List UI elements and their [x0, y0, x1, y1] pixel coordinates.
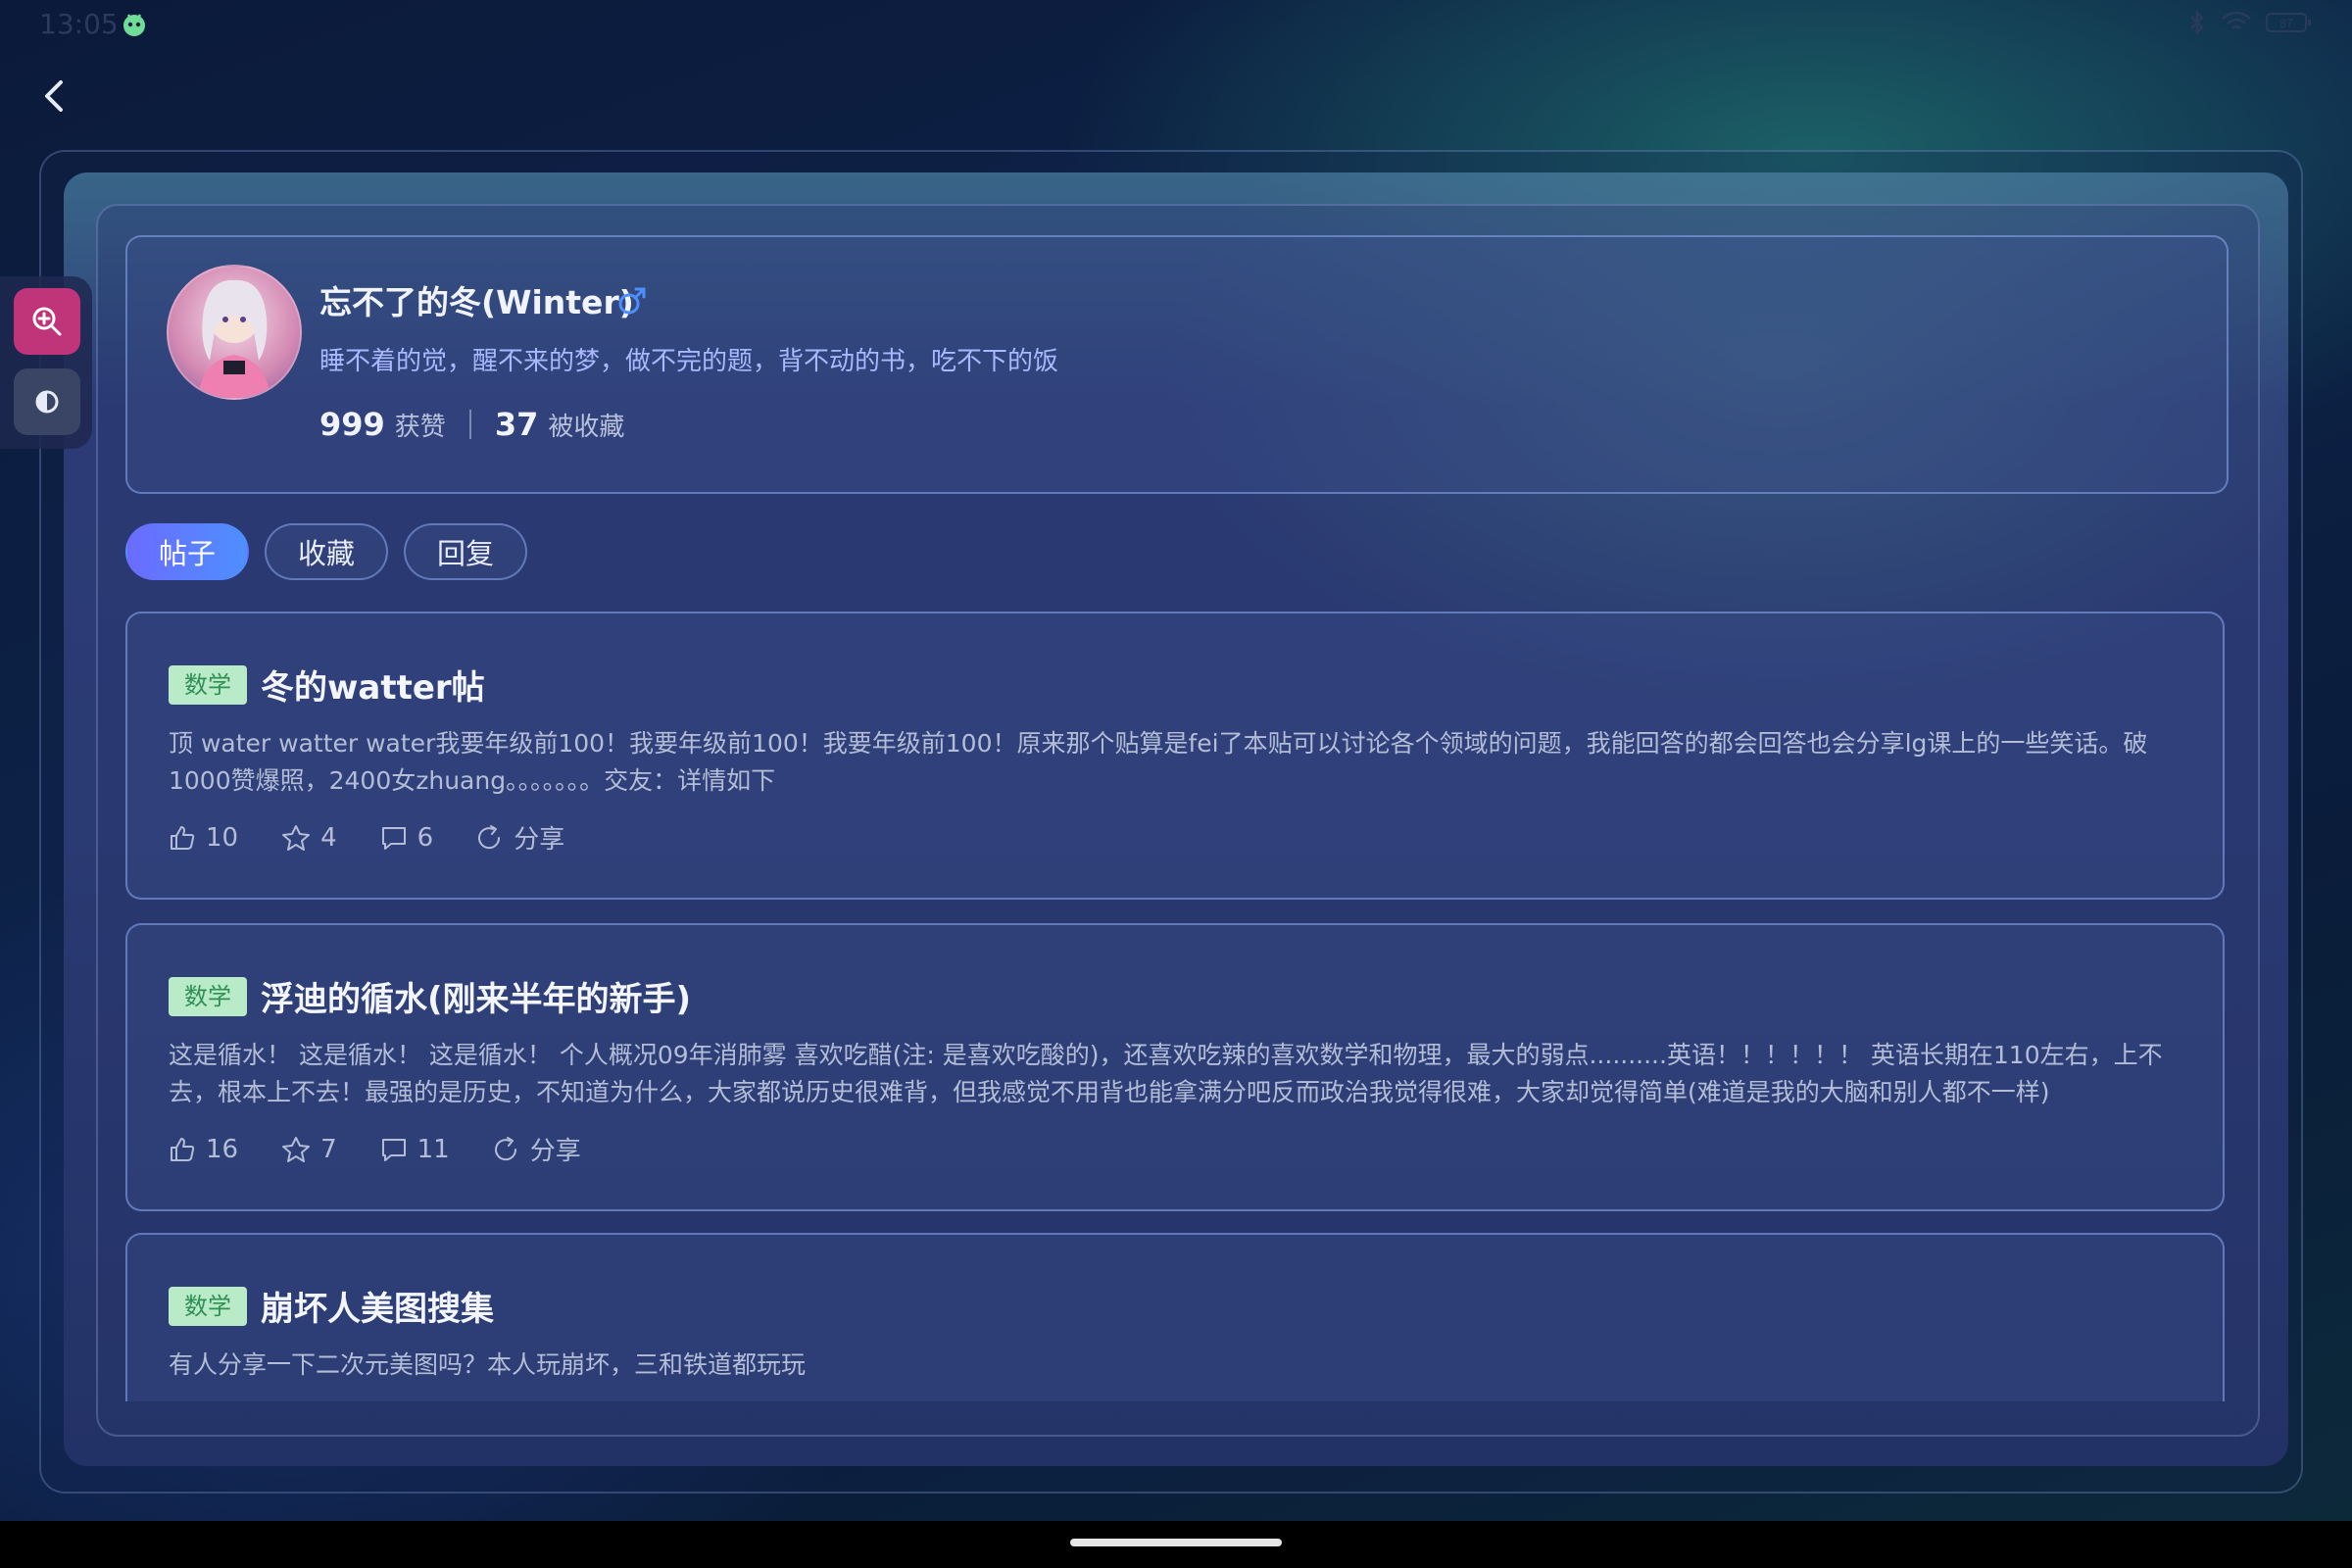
likes-count: 999	[319, 406, 385, 443]
status-bar: 13:05 87	[0, 0, 2352, 49]
user-name: 忘不了的冬(Winter)	[319, 283, 634, 321]
bluetooth-icon	[2190, 10, 2204, 35]
post-card[interactable]: 数学 浮迪的循水(刚来半年的新手) 这是循水！ 这是循水！ 这是循水！ 个人概况…	[125, 923, 2225, 1211]
comment-icon	[381, 826, 406, 850]
star-button[interactable]: 4	[281, 823, 337, 853]
star-count: 7	[320, 1134, 337, 1164]
comment-count: 11	[416, 1134, 450, 1164]
stats-divider	[468, 410, 471, 439]
contrast-tool-button[interactable]	[14, 368, 80, 435]
contrast-icon	[35, 390, 59, 414]
tab-favorites[interactable]: 收藏	[265, 523, 389, 580]
share-button[interactable]: 分享	[476, 819, 564, 856]
zoom-tool-button[interactable]	[14, 288, 80, 355]
comment-button[interactable]: 6	[380, 822, 434, 853]
tab-replies[interactable]: 回复	[404, 523, 528, 580]
battery-icon: 87	[2266, 13, 2311, 32]
post-tag: 数学	[169, 1286, 247, 1326]
likes-label: 获赞	[394, 413, 446, 442]
profile-stats: 999 获赞 37 被收藏	[319, 406, 624, 443]
favorites-count: 37	[494, 406, 539, 443]
profile-tabs: 帖子 收藏 回复	[125, 523, 528, 580]
post-body: 这是循水！ 这是循水！ 这是循水！ 个人概况09年消肺雾 喜欢吃醋(注: 是喜欢…	[169, 1041, 2163, 1106]
share-button[interactable]: 分享	[493, 1131, 581, 1167]
post-tag: 数学	[169, 664, 247, 705]
star-icon	[282, 824, 311, 851]
thumbs-up-icon	[171, 825, 195, 850]
zoom-in-icon	[32, 307, 62, 336]
post-title[interactable]: 崩坏人美图搜集	[261, 1282, 494, 1330]
like-count: 10	[206, 822, 239, 853]
thumbs-up-icon	[171, 1137, 195, 1161]
like-button[interactable]: 10	[169, 823, 238, 853]
comment-count: 6	[416, 822, 434, 853]
app-notification-icon	[123, 14, 145, 36]
star-button[interactable]: 7	[281, 1135, 337, 1164]
post-actions: 16 7 11 分享	[169, 1131, 581, 1167]
home-indicator[interactable]	[1070, 1539, 1282, 1546]
share-label: 分享	[514, 825, 565, 855]
post-tag: 数学	[169, 976, 247, 1016]
post-title[interactable]: 冬的watter帖	[261, 661, 485, 709]
post-title[interactable]: 浮迪的循水(刚来半年的新手)	[261, 972, 691, 1020]
share-label: 分享	[529, 1137, 581, 1166]
avatar-illustration	[198, 279, 270, 398]
tab-posts[interactable]: 帖子	[125, 523, 250, 580]
share-icon	[494, 1136, 516, 1160]
svg-text:87: 87	[2279, 17, 2293, 30]
back-button[interactable]	[35, 74, 74, 118]
share-icon	[478, 824, 501, 849]
post-card[interactable]: 数学 崩坏人美图搜集 有人分享一下二次元美图吗？本人玩崩坏，三和铁道都玩玩	[125, 1233, 2225, 1401]
post-header: 数学 崩坏人美图搜集	[169, 1282, 494, 1330]
like-button[interactable]: 16	[169, 1135, 238, 1164]
user-bio: 睡不着的觉，醒不来的梦，做不完的题，背不动的书，吃不下的饭	[319, 347, 1059, 376]
wifi-icon	[2222, 11, 2251, 29]
favorites-label: 被收藏	[548, 413, 625, 442]
post-body: 顶 water watter water我要年级前100！我要年级前100！我要…	[169, 729, 2148, 795]
post-header: 数学 浮迪的循水(刚来半年的新手)	[169, 972, 691, 1020]
comment-icon	[381, 1138, 406, 1161]
star-icon	[282, 1136, 311, 1162]
avatar[interactable]	[167, 265, 302, 400]
post-list-clip: 数学 崩坏人美图搜集 有人分享一下二次元美图吗？本人玩崩坏，三和铁道都玩玩	[125, 1233, 2225, 1401]
side-toolbar	[0, 276, 92, 449]
star-count: 4	[320, 822, 337, 853]
post-body: 有人分享一下二次元美图吗？本人玩崩坏，三和铁道都玩玩	[169, 1350, 807, 1379]
like-count: 16	[206, 1134, 239, 1164]
comment-button[interactable]: 11	[380, 1135, 450, 1164]
post-card[interactable]: 数学 冬的watter帖 顶 water watter water我要年级前10…	[125, 612, 2225, 900]
status-icons: 87	[2187, 10, 2313, 35]
post-actions: 10 4 6 分享	[169, 819, 564, 856]
status-time: 13:05	[39, 8, 119, 40]
post-header: 数学 冬的watter帖	[169, 661, 485, 709]
male-icon	[618, 287, 646, 315]
